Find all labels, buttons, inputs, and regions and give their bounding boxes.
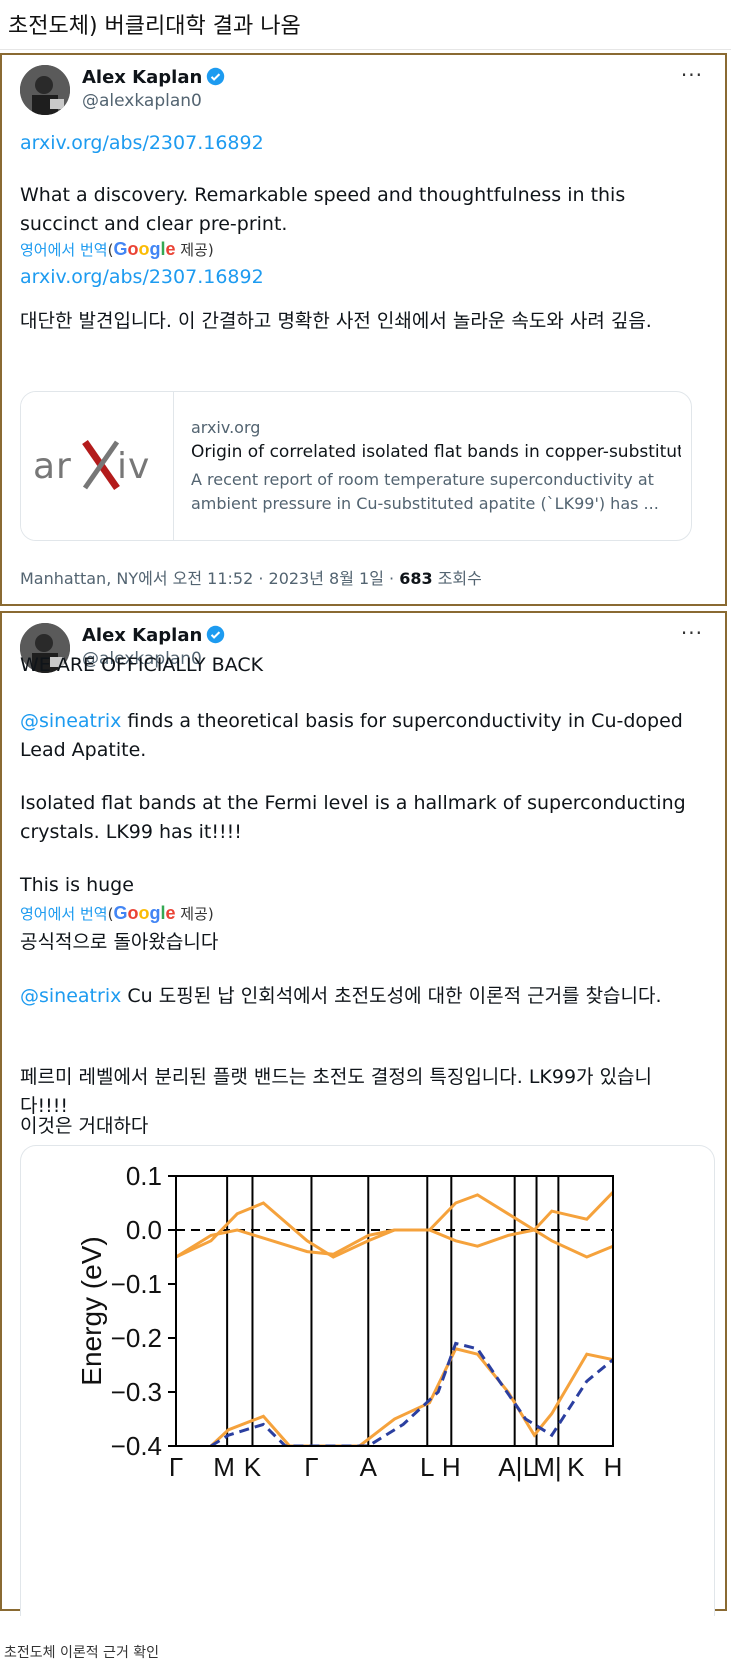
x-tick-label: M xyxy=(213,1452,235,1482)
y-axis-label: Energy (eV) xyxy=(76,1236,107,1385)
more-options-icon[interactable]: ··· xyxy=(681,63,703,87)
x-tick-label: Γ xyxy=(169,1452,183,1482)
card-description: A recent report of room temperature supe… xyxy=(191,470,659,513)
x-tick-label: H xyxy=(604,1452,623,1482)
tweet-p3: Isolated flat bands at the Fermi level i… xyxy=(20,792,686,843)
view-count: 683 xyxy=(399,569,433,588)
band-line xyxy=(176,1228,613,1259)
author-handle[interactable]: @alexkaplan0 xyxy=(82,91,202,111)
x-tick-label: A| xyxy=(498,1452,522,1482)
card-domain: arxiv.org xyxy=(191,418,261,437)
tweet-card-1[interactable]: Alex Kaplan @alexkaplan0 ··· arxiv.org/a… xyxy=(0,53,727,606)
tweet-k2: @sineatrix Cu 도핑된 납 인회석에서 초전도성에 대한 이론적 근… xyxy=(20,985,662,1007)
arxiv-logo: ar iv xyxy=(21,392,174,540)
y-tick-label: −0.3 xyxy=(111,1377,162,1407)
tweet-card-2[interactable]: Alex Kaplan @alexkaplan0 ··· WE ARE OFFI… xyxy=(0,611,727,1616)
divider xyxy=(0,49,731,50)
x-tick-label: K xyxy=(244,1452,262,1482)
mention-link[interactable]: @sineatrix xyxy=(20,710,121,732)
tweet-text-ko: 대단한 발견입니다. 이 간결하고 명확한 사전 인쇄에서 놀라운 속도와 사려… xyxy=(20,310,652,332)
x-tick-label: L xyxy=(420,1452,434,1482)
tweet-p4: This is huge xyxy=(20,874,134,896)
post-title: 초전도체) 버클리대학 결과 나옴 xyxy=(8,14,301,39)
tweet-p2: @sineatrix finds a theoretical basis for… xyxy=(20,710,683,761)
band-structure-image[interactable]: 0.1 0.0 −0.1 −0.2 −0.3 −0.4 Energy (eV) Γ M K Γ A L H… xyxy=(20,1145,715,1616)
y-tick-label: 0.1 xyxy=(126,1161,162,1191)
avatar[interactable] xyxy=(20,65,70,115)
svg-text:ar: ar xyxy=(33,446,72,487)
author-name[interactable]: Alex Kaplan xyxy=(82,625,225,649)
y-tick-label: −0.4 xyxy=(111,1431,162,1461)
tweet-k4: 이것은 거대하다 xyxy=(20,1115,149,1137)
translate-link[interactable]: 영어에서 번역(Google 제공) xyxy=(20,903,214,924)
band-structure-chart: 0.10.0−0.1−0.2−0.3−0.4Energy (eV)Γ M K Γ A L H… xyxy=(76,1161,623,1482)
link-preview-card[interactable]: ar iv arxiv.org Origin of correlated iso… xyxy=(20,391,692,541)
x-tick-label: H xyxy=(442,1452,461,1482)
card-title: Origin of correlated isolated flat bands… xyxy=(191,442,681,462)
arxiv-link[interactable]: arxiv.org/abs/2307.16892 xyxy=(20,129,695,158)
tweet-text-en: What a discovery. Remarkable speed and t… xyxy=(20,184,626,235)
p-line-1: WE ARE OFFICIALLY BACK xyxy=(20,654,264,676)
svg-text:iv: iv xyxy=(117,446,150,487)
mention-link[interactable]: @sineatrix xyxy=(20,985,121,1007)
x-tick-label: K xyxy=(567,1452,585,1482)
band-line xyxy=(176,1191,613,1259)
verified-badge-icon xyxy=(206,625,225,649)
x-tick-label: Γ xyxy=(304,1452,318,1482)
tweet-meta: Manhattan, NY에서 오전 11:52 · 2023년 8월 1일 ·… xyxy=(20,569,482,588)
more-options-icon[interactable]: ··· xyxy=(681,621,703,645)
google-logo: Google xyxy=(113,903,176,923)
verified-badge-icon xyxy=(206,67,225,91)
x-tick-label: M| xyxy=(533,1452,561,1482)
arxiv-link-translated[interactable]: arxiv.org/abs/2307.16892 xyxy=(20,263,695,292)
band-dashed xyxy=(210,1341,613,1446)
y-tick-label: −0.2 xyxy=(111,1323,162,1353)
tweet-k1: 공식적으로 돌아왔습니다 xyxy=(20,931,219,953)
google-logo: Google xyxy=(113,239,176,259)
y-tick-label: −0.1 xyxy=(111,1269,162,1299)
author-name[interactable]: Alex Kaplan xyxy=(82,67,225,91)
translate-link[interactable]: 영어에서 번역(Google 제공) xyxy=(20,239,214,260)
y-tick-label: 0.0 xyxy=(126,1215,162,1245)
footer-caption: 초전도체 이론적 근거 확인 xyxy=(4,1645,160,1661)
x-tick-label: A xyxy=(360,1452,378,1482)
